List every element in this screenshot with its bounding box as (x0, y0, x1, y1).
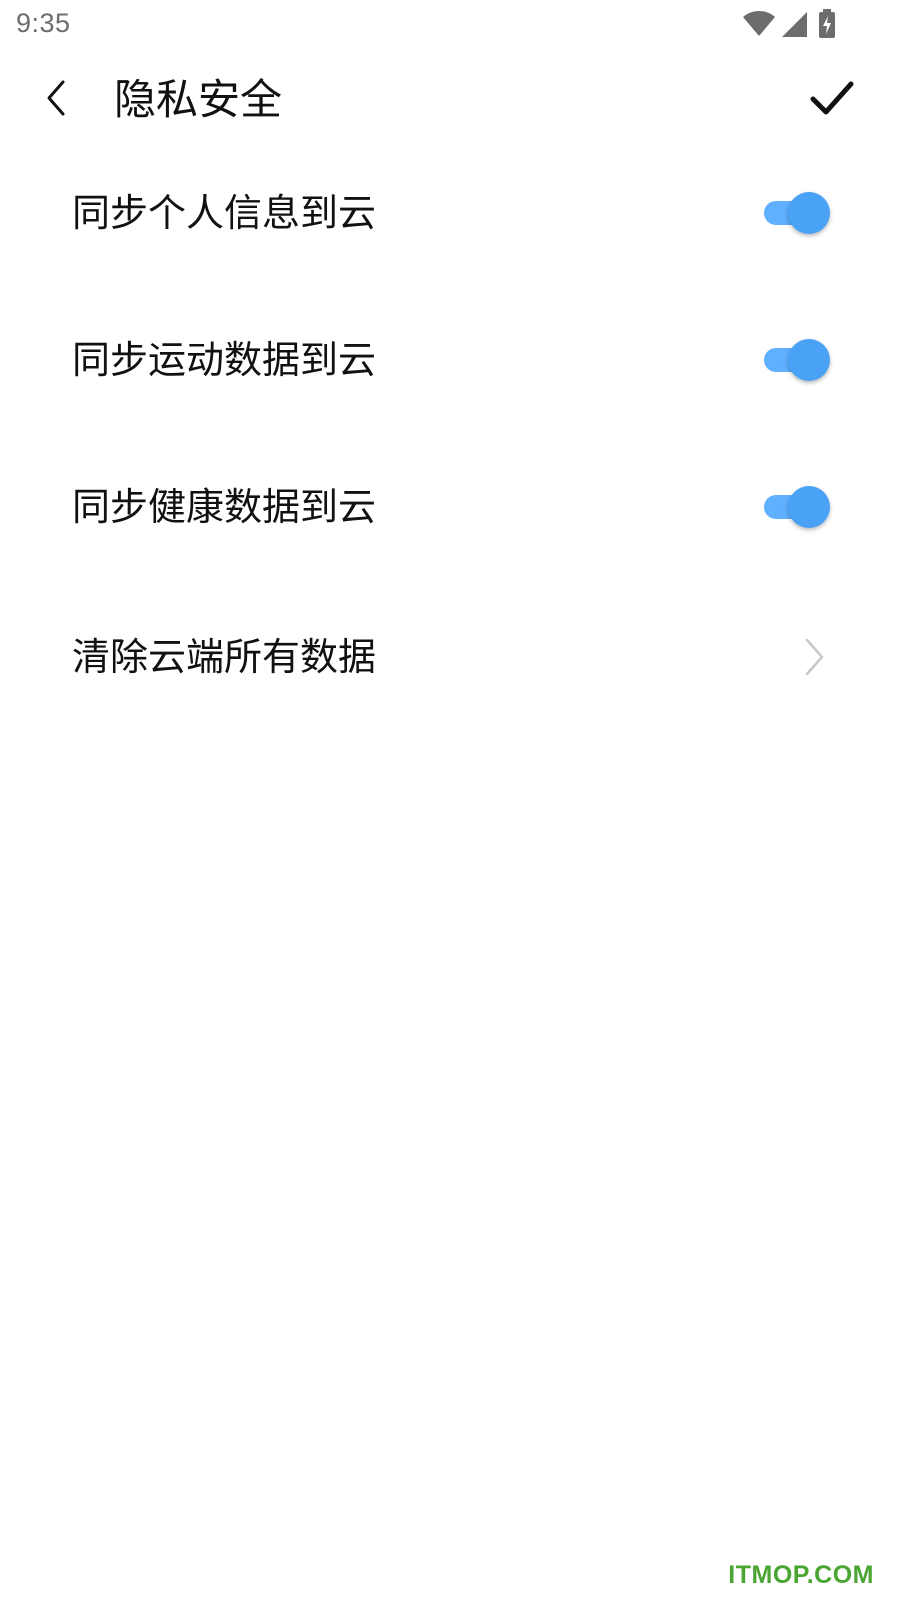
setting-label: 同步个人信息到云 (72, 191, 377, 235)
setting-row-clear-cloud-data[interactable]: 清除云端所有数据 (0, 602, 900, 712)
chevron-right-icon (800, 637, 828, 677)
status-bar: 9:35 (0, 0, 900, 50)
status-icons (742, 8, 836, 40)
setting-label: 同步运动数据到云 (72, 338, 377, 382)
sync-sports-data-toggle[interactable] (764, 339, 830, 381)
wifi-icon (742, 10, 776, 38)
checkmark-icon (809, 79, 855, 121)
confirm-button[interactable] (804, 72, 860, 128)
setting-row-sync-health-data[interactable]: 同步健康数据到云 (0, 452, 900, 562)
setting-row-sync-personal-info[interactable]: 同步个人信息到云 (0, 158, 900, 268)
toggle-thumb (788, 339, 830, 381)
setting-label: 清除云端所有数据 (72, 635, 377, 679)
page-title: 隐私安全 (114, 75, 283, 124)
status-time: 9:35 (16, 8, 71, 38)
watermark: ITMOP.COM (728, 1561, 874, 1589)
toggle-thumb (788, 192, 830, 234)
battery-charging-icon (818, 9, 836, 39)
sync-health-data-toggle[interactable] (764, 486, 830, 528)
signal-icon (780, 10, 808, 38)
toggle-thumb (788, 486, 830, 528)
back-button[interactable] (30, 74, 82, 126)
chevron-left-icon (44, 79, 68, 121)
setting-row-sync-sports-data[interactable]: 同步运动数据到云 (0, 305, 900, 415)
setting-label: 同步健康数据到云 (72, 485, 377, 529)
toolbar: 隐私安全 (0, 60, 900, 140)
sync-personal-info-toggle[interactable] (764, 192, 830, 234)
